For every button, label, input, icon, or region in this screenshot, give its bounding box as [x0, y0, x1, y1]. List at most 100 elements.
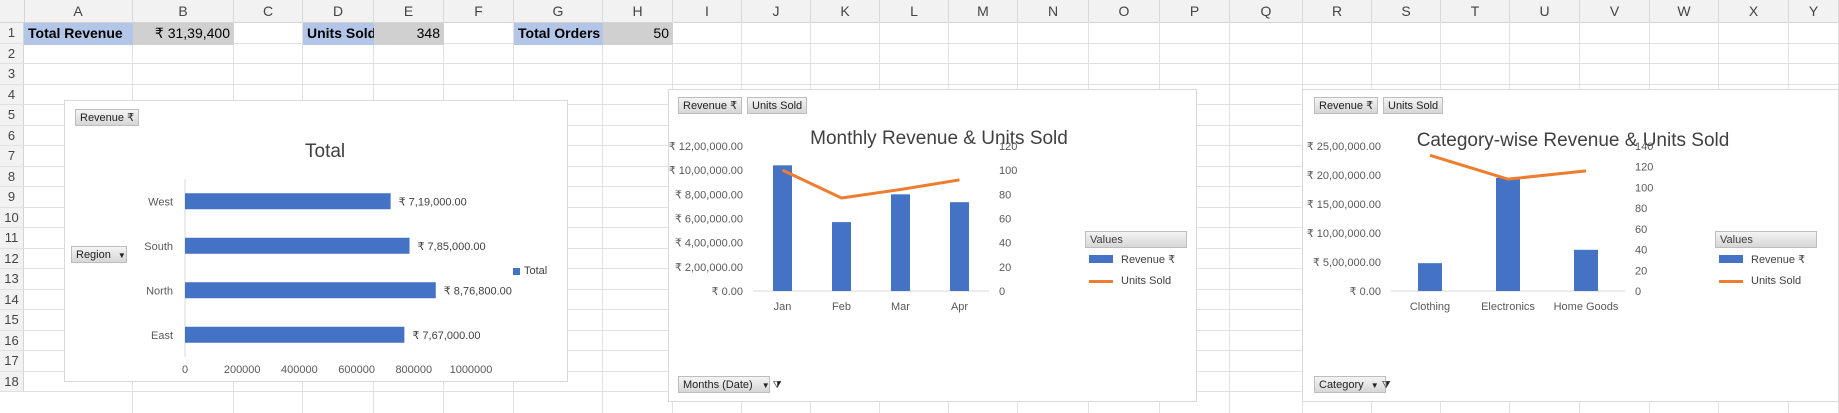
- cell-h1-total-orders-value[interactable]: 50: [603, 23, 673, 45]
- category-revenue-units-pivot-chart[interactable]: Revenue ₹ Units Sold Category-wise Reven…: [1302, 89, 1839, 402]
- column-header-d[interactable]: D: [303, 0, 374, 22]
- months-filter-label: Months (Date): [683, 379, 753, 391]
- filter-funnel-icon: ⧩: [772, 380, 782, 391]
- row-header-5[interactable]: 5: [0, 105, 24, 126]
- row-header-10[interactable]: 10: [0, 207, 24, 228]
- y-tick-label: ₹ 0.00: [1350, 286, 1381, 298]
- legend-swatch-bar: [1719, 255, 1743, 263]
- category-label-feb: Feb: [832, 301, 851, 313]
- cell-b1-total-revenue-value[interactable]: ₹ 31,39,400: [133, 23, 234, 45]
- column-header-j[interactable]: J: [742, 0, 811, 22]
- row-header-2[interactable]: 2: [0, 43, 24, 64]
- column-header-h[interactable]: H: [603, 0, 673, 22]
- chart-legend: Total: [513, 265, 547, 277]
- y2-tick-label: 120: [999, 141, 1017, 153]
- column-header-k[interactable]: K: [811, 0, 880, 22]
- column-header-p[interactable]: P: [1160, 0, 1230, 22]
- row-header-8[interactable]: 8: [0, 166, 24, 187]
- row-header-12[interactable]: 12: [0, 248, 24, 269]
- column-header-w[interactable]: W: [1650, 0, 1719, 22]
- row-header-17[interactable]: 17: [0, 351, 24, 372]
- column-header-r[interactable]: R: [1303, 0, 1372, 22]
- category-label-west: West: [148, 196, 173, 208]
- x-tick-label: 600000: [338, 364, 375, 376]
- column-header-q[interactable]: Q: [1230, 0, 1303, 22]
- row-header-14[interactable]: 14: [0, 289, 24, 310]
- bar-mar: [891, 194, 910, 291]
- grid-hline: [24, 83, 1839, 85]
- y2-tick-label: 40: [999, 238, 1011, 250]
- legend-item-revenue: Revenue ₹: [1089, 248, 1187, 270]
- bar-south: [185, 237, 410, 254]
- units-sold-line: [1429, 153, 1587, 181]
- column-header-b[interactable]: B: [133, 0, 234, 22]
- y2-tick-label: 100: [1635, 182, 1653, 194]
- column-header-y[interactable]: Y: [1789, 0, 1839, 22]
- column-header-x[interactable]: X: [1719, 0, 1789, 22]
- column-header-c[interactable]: C: [234, 0, 303, 22]
- column-header-m[interactable]: M: [949, 0, 1018, 22]
- row-header-11[interactable]: 11: [0, 228, 24, 249]
- row-header-16[interactable]: 16: [0, 330, 24, 351]
- region-revenue-pivot-chart[interactable]: Revenue ₹ Total Region ▼ West ₹ 7,19,000.…: [64, 100, 568, 382]
- grid-vline: [602, 22, 603, 413]
- y-tick-label: ₹ 25,00,000.00: [1307, 141, 1381, 153]
- bar-north: [185, 282, 436, 299]
- row-header-13[interactable]: 13: [0, 269, 24, 290]
- legend-values-header[interactable]: Values: [1085, 231, 1187, 248]
- select-all-corner[interactable]: [0, 0, 25, 22]
- x-tick-label: 0: [182, 364, 188, 376]
- x-tick-label: 400000: [281, 364, 318, 376]
- x-tick-label: 800000: [395, 364, 432, 376]
- y2-tick-label: 0: [1635, 286, 1641, 298]
- column-header-o[interactable]: O: [1089, 0, 1160, 22]
- column-header-a[interactable]: A: [24, 0, 133, 22]
- bar-west: [185, 193, 391, 210]
- row-header-18[interactable]: 18: [0, 371, 24, 392]
- category-label-mar: Mar: [891, 301, 910, 313]
- category-label-electronics: Electronics: [1481, 301, 1535, 313]
- column-header-u[interactable]: U: [1510, 0, 1580, 22]
- row-header-3[interactable]: 3: [0, 64, 24, 85]
- cell-d1-units-sold-label[interactable]: Units Sold: [303, 23, 374, 45]
- row-header-4[interactable]: 4: [0, 84, 24, 105]
- cell-e1-units-sold-value[interactable]: 348: [374, 23, 444, 45]
- grid-hline: [24, 42, 1839, 44]
- column-header-g[interactable]: G: [514, 0, 603, 22]
- dropdown-arrow-icon: ▼: [1370, 381, 1379, 390]
- y2-tick-label: 140: [1635, 141, 1653, 153]
- column-header-n[interactable]: N: [1018, 0, 1089, 22]
- column-header-i[interactable]: I: [673, 0, 742, 22]
- column-header-e[interactable]: E: [374, 0, 444, 22]
- category-label-jan: Jan: [774, 301, 792, 313]
- data-label-south: ₹ 7,85,000.00: [418, 241, 486, 253]
- x-tick-label: 1000000: [450, 364, 493, 376]
- row-header-15[interactable]: 15: [0, 310, 24, 331]
- column-header-l[interactable]: L: [880, 0, 949, 22]
- legend-swatch-line: [1089, 279, 1113, 283]
- months-date-filter-button[interactable]: Months (Date) ▼ ⧩: [678, 376, 782, 393]
- legend-swatch-total: [513, 267, 520, 275]
- column-header-t[interactable]: T: [1441, 0, 1510, 22]
- cell-a1-total-revenue-label[interactable]: Total Revenue: [24, 23, 133, 45]
- legend-label: Revenue ₹: [1751, 253, 1806, 266]
- row-header-7[interactable]: 7: [0, 146, 24, 167]
- column-header-s[interactable]: S: [1372, 0, 1441, 22]
- grid-vline: [1229, 22, 1230, 413]
- category-label-clothing: Clothing: [1410, 301, 1450, 313]
- category-filter-label: Category: [1319, 379, 1364, 391]
- column-header-v[interactable]: V: [1580, 0, 1650, 22]
- chart-legend: Values Revenue ₹ Units Sold: [1085, 231, 1187, 292]
- dropdown-arrow-icon: ▼: [761, 381, 770, 390]
- row-header-1[interactable]: 1: [0, 23, 24, 44]
- category-filter-button[interactable]: Category ▼ ⧩: [1314, 376, 1391, 393]
- column-header-f[interactable]: F: [444, 0, 514, 22]
- legend-values-header[interactable]: Values: [1715, 231, 1817, 248]
- filter-funnel-icon: ⧩: [1381, 380, 1391, 391]
- monthly-revenue-units-pivot-chart[interactable]: Revenue ₹ Units Sold Monthly Revenue & U…: [668, 89, 1197, 402]
- row-header-6[interactable]: 6: [0, 125, 24, 146]
- cell-g1-total-orders-label[interactable]: Total Orders: [514, 23, 603, 45]
- y2-tick-label: 60: [1635, 224, 1647, 236]
- row-header-9[interactable]: 9: [0, 187, 24, 208]
- y-tick-label: ₹ 6,00,000.00: [675, 214, 743, 226]
